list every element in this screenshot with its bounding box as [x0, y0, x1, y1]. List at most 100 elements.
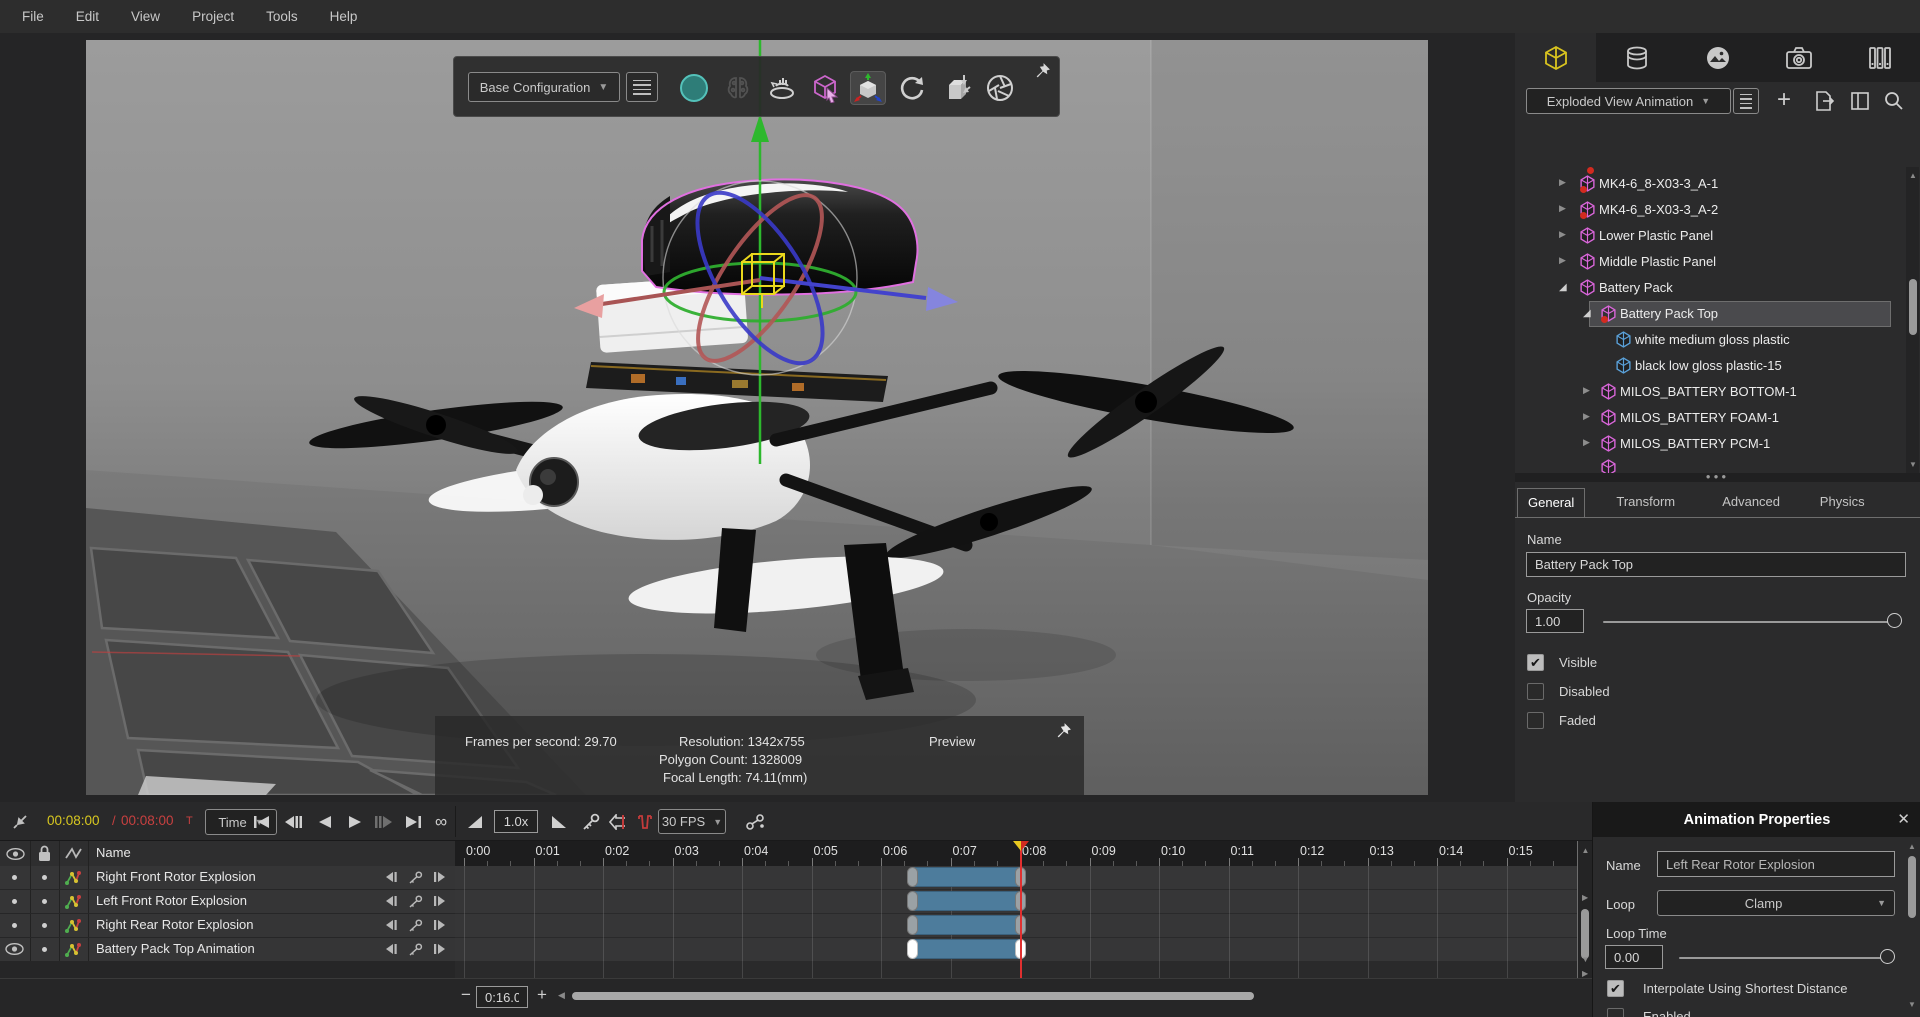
timeline-hscrollbar-thumb[interactable] [572, 992, 1254, 1000]
dope-sheet-scrollbar-thumb[interactable] [1581, 909, 1589, 959]
play-backward-button[interactable] [312, 810, 338, 834]
tree-collapsed-icon[interactable]: ▶ [1583, 385, 1590, 396]
fps-dropdown[interactable]: 30 FPS ▼ [658, 809, 726, 834]
configuration-menu-button[interactable] [626, 72, 658, 102]
render-aperture-icon[interactable] [982, 71, 1018, 105]
tree-item[interactable]: ▶Lower Plastic Panel [1515, 223, 1905, 249]
tree-item[interactable]: ◢Battery Pack [1515, 275, 1905, 301]
track-row[interactable]: Right Rear Rotor Explosion [0, 914, 455, 937]
curve-editor-icon[interactable] [742, 810, 768, 834]
scroll-up-icon[interactable]: ▲ [1582, 846, 1590, 855]
tree-collapsed-icon[interactable]: ▶ [1559, 229, 1566, 240]
track-visible-icon[interactable] [5, 943, 24, 958]
animation-name-input[interactable] [1657, 851, 1895, 877]
tree-collapsed-icon[interactable]: ▶ [1583, 411, 1590, 422]
loop-time-slider-handle[interactable] [1880, 949, 1895, 964]
panel-splitter[interactable]: ●●● [1515, 473, 1920, 482]
explode-icon[interactable] [938, 71, 974, 105]
tree-item[interactable]: ◢Battery Pack Top [1515, 301, 1905, 327]
pin-icon[interactable] [1055, 722, 1072, 739]
tree-collapsed-icon[interactable]: ▶ [1559, 255, 1566, 266]
keyframe-bar[interactable] [912, 915, 1020, 935]
tab-physics[interactable]: Physics [1810, 488, 1875, 518]
set-keyframe-button[interactable] [408, 895, 423, 911]
skip-to-start-button[interactable] [248, 810, 274, 834]
checkbox-faded[interactable] [1527, 712, 1544, 729]
tab-materials[interactable] [1596, 33, 1677, 82]
split-view-icon[interactable] [1849, 90, 1871, 112]
loop-time-slider-track[interactable] [1679, 957, 1891, 959]
previous-keyframe-button[interactable] [384, 895, 399, 910]
opacity-input[interactable] [1526, 609, 1584, 633]
track-curve-icon[interactable] [64, 894, 82, 913]
keyframe-bar[interactable] [912, 867, 1020, 887]
tab-cameras[interactable] [1758, 33, 1839, 82]
tab-general[interactable]: General [1517, 488, 1585, 518]
menu-item-project[interactable]: Project [178, 5, 248, 28]
keyframe-start[interactable] [907, 915, 918, 935]
playhead-marker[interactable] [1013, 841, 1029, 851]
tree-item[interactable]: white medium gloss plastic [1515, 327, 1905, 353]
track-lock-dot[interactable] [42, 899, 47, 904]
skip-to-end-button[interactable] [400, 810, 426, 834]
keyframe-start[interactable] [907, 891, 918, 911]
checkbox-disabled[interactable] [1527, 683, 1544, 700]
timeline-zoom-input[interactable] [476, 986, 528, 1008]
menu-item-edit[interactable]: Edit [62, 5, 113, 28]
tree-scrollbar[interactable]: ▲ ▼ [1906, 167, 1919, 473]
set-keyframe-button[interactable] [408, 919, 423, 935]
tree-expanded-icon[interactable]: ◢ [1559, 282, 1567, 293]
animation-panel-scrollbar[interactable]: ▲ ▼ [1905, 842, 1918, 1017]
playhead[interactable] [1020, 841, 1022, 978]
viewport-3d[interactable]: Base Configuration ▼ [86, 40, 1428, 795]
export-view-icon[interactable] [1813, 90, 1835, 112]
step-back-button[interactable] [280, 810, 306, 834]
track-visible-dot[interactable] [12, 875, 17, 880]
track-curve-icon[interactable] [64, 942, 82, 961]
tab-transform[interactable]: Transform [1606, 488, 1685, 518]
tab-images[interactable] [1677, 33, 1758, 82]
add-view-button[interactable]: + [1777, 88, 1791, 112]
set-keyframe-button[interactable] [408, 943, 423, 959]
view-menu-button[interactable] [1733, 88, 1759, 114]
move-key-icon[interactable] [606, 810, 632, 834]
pin-icon[interactable] [1034, 62, 1051, 79]
checkbox-visible[interactable]: ✔ [1527, 654, 1544, 671]
previous-keyframe-button[interactable] [384, 871, 399, 886]
rotate-view-icon[interactable] [894, 71, 930, 105]
tree-collapsed-icon[interactable]: ▶ [1559, 203, 1566, 214]
tree-item[interactable]: black low gloss plastic-15 [1515, 353, 1905, 379]
keyframe-start[interactable] [907, 939, 918, 959]
tree-item[interactable]: ▶MK4-6_8-X03-3_A-1 [1515, 171, 1905, 197]
tab-model[interactable] [1515, 33, 1596, 82]
scroll-left-icon[interactable]: ◀ [558, 990, 565, 1001]
animation-panel-scrollbar-thumb[interactable] [1908, 856, 1916, 918]
checkbox-enabled[interactable] [1607, 1008, 1624, 1017]
tree-item[interactable]: ▶MK4-6_8-X03-3_A-2 [1515, 197, 1905, 223]
keyframe-bar[interactable] [912, 939, 1020, 959]
loop-dropdown[interactable]: Clamp ▼ [1657, 890, 1895, 916]
track-lock-dot[interactable] [42, 947, 47, 952]
previous-keyframe-button[interactable] [384, 919, 399, 934]
opacity-slider-handle[interactable] [1887, 613, 1902, 628]
dope-sheet-scrollbar[interactable]: ▲ ▶ ▼ ▶ [1578, 841, 1592, 978]
play-button[interactable] [342, 810, 368, 834]
scroll-up-icon[interactable]: ▲ [1908, 842, 1916, 851]
checkbox-interpolate-using-shortest-distance[interactable]: ✔ [1607, 980, 1624, 997]
turntable-icon[interactable] [764, 71, 800, 105]
previous-keyframe-button[interactable] [384, 943, 399, 958]
next-keyframe-button[interactable] [432, 895, 447, 910]
turntable-ball-icon[interactable] [676, 71, 712, 105]
menu-item-file[interactable]: File [8, 5, 58, 28]
playback-speed-input[interactable] [494, 810, 538, 833]
loop-icon[interactable]: ∞ [428, 810, 454, 834]
track-lock-dot[interactable] [42, 923, 47, 928]
tree-item[interactable]: ▶MILOS_BATTERY PCM-1 [1515, 431, 1905, 457]
next-keyframe-button[interactable] [432, 919, 447, 934]
tree-expanded-icon[interactable]: ◢ [1583, 308, 1591, 319]
scroll-down-icon[interactable]: ▼ [1909, 460, 1917, 469]
tree-collapsed-icon[interactable]: ▶ [1559, 177, 1566, 188]
next-keyframe-button[interactable] [432, 943, 447, 958]
scroll-down-icon[interactable]: ▼ [1582, 955, 1590, 964]
tree-collapsed-icon[interactable]: ▶ [1583, 437, 1590, 448]
